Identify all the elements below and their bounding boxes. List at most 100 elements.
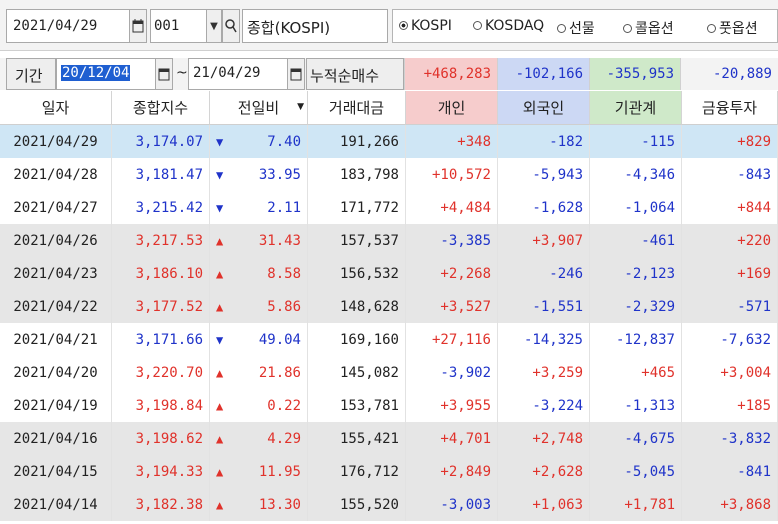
cell-amount: 153,781: [308, 389, 406, 422]
cell-amount: 171,772: [308, 191, 406, 224]
cell-amount-value: 169,160: [339, 331, 399, 348]
code-dropdown-button[interactable]: ▼: [206, 9, 222, 43]
start-calendar-button[interactable]: [155, 58, 173, 90]
cell-index: 3,186.10: [112, 257, 210, 290]
table-row[interactable]: 2021/04/14 3,182.38 ▲ 13.30 155,520 -3,003 +1,…: [0, 488, 778, 521]
cell-foreign: +1,063: [498, 488, 590, 521]
cell-financial-value: +3,868: [720, 496, 771, 513]
cell-index-value: 3,217.53: [135, 232, 203, 249]
col-header-individual[interactable]: 개인: [406, 91, 498, 125]
date-field[interactable]: 2021/04/29: [6, 9, 130, 43]
cell-foreign-value: -14,325: [523, 331, 583, 348]
calendar-button[interactable]: [129, 9, 147, 43]
cell-index-value: 3,220.70: [135, 364, 203, 381]
table-row[interactable]: 2021/04/19 3,198.84 ▲ 0.22 153,781 +3,955 -3,2…: [0, 389, 778, 422]
table-row[interactable]: 2021/04/16 3,198.62 ▲ 4.29 155,421 +4,701 +2,7…: [0, 422, 778, 455]
cell-change-value: 5.86: [267, 298, 301, 315]
cell-index: 3,174.07: [112, 125, 210, 158]
table-row[interactable]: 2021/04/29 3,174.07 ▼ 7.40 191,266 +348 -182 -1…: [0, 125, 778, 158]
radio-put-option[interactable]: 풋옵션: [707, 18, 758, 38]
cell-change: ▲ 31.43: [210, 224, 308, 257]
cell-financial: +844: [682, 191, 778, 224]
radio-empty-icon: [707, 24, 716, 33]
col-header-index[interactable]: 종합지수: [112, 91, 210, 125]
cell-index-value: 3,174.07: [135, 133, 203, 150]
radio-call-option[interactable]: 콜옵션: [623, 18, 674, 38]
cell-financial-value: +220: [737, 232, 771, 249]
cell-date: 2021/04/26: [0, 224, 112, 257]
cell-change-value: 7.40: [267, 133, 301, 150]
cell-financial: +3,004: [682, 356, 778, 389]
cell-index-value: 3,198.84: [135, 397, 203, 414]
cell-individual-value: +4,701: [440, 430, 491, 447]
cell-institution: -4,346: [590, 158, 682, 191]
end-date-field[interactable]: 21/04/29: [188, 58, 288, 90]
radio-empty-icon: [623, 24, 632, 33]
search-button[interactable]: [222, 9, 240, 43]
cell-financial: -571: [682, 290, 778, 323]
cell-index: 3,220.70: [112, 356, 210, 389]
summary-foreign: -102,166: [497, 58, 589, 90]
col-header-date[interactable]: 일자: [0, 91, 112, 125]
cell-amount: 155,520: [308, 488, 406, 521]
cumulative-label: 누적순매수: [310, 67, 380, 85]
cell-institution-value: -1,064: [624, 199, 675, 216]
cell-foreign-value: +2,628: [532, 463, 583, 480]
cell-financial-value: +829: [737, 133, 771, 150]
cell-foreign: -3,224: [498, 389, 590, 422]
cell-financial: +185: [682, 389, 778, 422]
cell-institution-value: +1,781: [624, 496, 675, 513]
cell-date: 2021/04/19: [0, 389, 112, 422]
table-row[interactable]: 2021/04/15 3,194.33 ▲ 11.95 176,712 +2,849 +2,…: [0, 455, 778, 488]
cell-index: 3,171.66: [112, 323, 210, 356]
col-header-financial[interactable]: 금융투자: [682, 91, 778, 125]
table-row[interactable]: 2021/04/23 3,186.10 ▲ 8.58 156,532 +2,268 -246…: [0, 257, 778, 290]
cell-foreign: +3,259: [498, 356, 590, 389]
cell-foreign: +2,628: [498, 455, 590, 488]
table-row[interactable]: 2021/04/21 3,171.66 ▼ 49.04 169,160 +27,116 -1…: [0, 323, 778, 356]
cell-institution-value: -2,329: [624, 298, 675, 315]
cell-institution-value: -1,313: [624, 397, 675, 414]
chevron-down-icon[interactable]: ▼: [297, 102, 304, 112]
stock-name-field: 종합(KOSPI): [242, 9, 388, 43]
cell-financial: +3,868: [682, 488, 778, 521]
radio-futures[interactable]: 선물: [557, 18, 595, 38]
table-row[interactable]: 2021/04/22 3,177.52 ▲ 5.86 148,628 +3,527 -1,5…: [0, 290, 778, 323]
up-triangle-icon: ▲: [216, 431, 224, 446]
cell-index-value: 3,171.66: [135, 331, 203, 348]
cell-date: 2021/04/14: [0, 488, 112, 521]
start-date-field[interactable]: 20/12/04: [56, 58, 156, 90]
radio-kosdaq[interactable]: KOSDAQ: [473, 18, 544, 34]
radio-label: 선물: [569, 21, 595, 37]
cell-date-value: 2021/04/21: [13, 331, 98, 348]
cell-index-value: 3,215.42: [135, 199, 203, 216]
cell-date: 2021/04/20: [0, 356, 112, 389]
col-header-institution[interactable]: 기관계: [590, 91, 682, 125]
cell-financial-value: -571: [737, 298, 771, 315]
end-calendar-button[interactable]: [287, 58, 305, 90]
cell-institution: -115: [590, 125, 682, 158]
col-header-amount[interactable]: 거래대금: [308, 91, 406, 125]
cell-institution: -461: [590, 224, 682, 257]
cell-foreign-value: -3,224: [532, 397, 583, 414]
table-row[interactable]: 2021/04/26 3,217.53 ▲ 31.43 157,537 -3,385 +3,…: [0, 224, 778, 257]
radio-kospi[interactable]: KOSPI: [399, 18, 452, 34]
cell-financial-value: -843: [737, 166, 771, 183]
table-row[interactable]: 2021/04/28 3,181.47 ▼ 33.95 183,798 +10,572 -5…: [0, 158, 778, 191]
col-header-foreign[interactable]: 외국인: [498, 91, 590, 125]
col-header-change[interactable]: 전일비 ▼: [210, 91, 308, 125]
up-triangle-icon: ▲: [216, 365, 224, 380]
radio-label: KOSPI: [411, 18, 452, 34]
period-label: 기간: [15, 67, 43, 85]
cell-date: 2021/04/29: [0, 125, 112, 158]
cell-index: 3,177.52: [112, 290, 210, 323]
cell-date-value: 2021/04/29: [13, 133, 98, 150]
table-row[interactable]: 2021/04/27 3,215.42 ▼ 2.11 171,772 +4,484 -1,6…: [0, 191, 778, 224]
cell-date-value: 2021/04/26: [13, 232, 98, 249]
cell-amount: 191,266: [308, 125, 406, 158]
table-row[interactable]: 2021/04/20 3,220.70 ▲ 21.86 145,082 -3,902 +3,…: [0, 356, 778, 389]
stock-code-field[interactable]: 001: [150, 9, 208, 43]
cell-change-value: 0.22: [267, 397, 301, 414]
cell-individual: -3,902: [406, 356, 498, 389]
cell-foreign-value: +3,259: [532, 364, 583, 381]
